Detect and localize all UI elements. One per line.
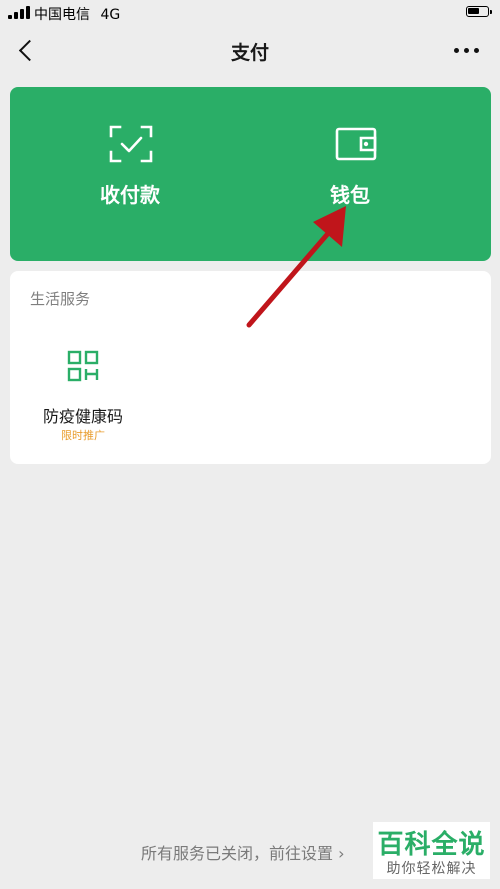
- receive-pay-button[interactable]: 收付款: [10, 87, 250, 261]
- health-code-button[interactable]: 防疫健康码 限时推广: [18, 341, 148, 451]
- wallet-button[interactable]: 钱包: [236, 87, 476, 261]
- pay-card: 收付款 钱包: [10, 87, 491, 261]
- promo-badge: 限时推广: [61, 429, 105, 442]
- signal-icon: [8, 6, 30, 19]
- health-code-label: 防疫健康码: [42, 407, 123, 426]
- status-bar: 中国电信 4G: [0, 0, 500, 26]
- wallet-label: 钱包: [330, 183, 370, 207]
- receive-pay-label: 收付款: [100, 183, 160, 207]
- watermark-subtitle: 助你轻松解决: [386, 861, 477, 877]
- life-services-card: 生活服务 防疫健康码 限时推广: [10, 271, 491, 464]
- section-title: 生活服务: [30, 290, 91, 308]
- more-icon[interactable]: [454, 44, 480, 56]
- carrier-info: 中国电信 4G: [34, 4, 120, 24]
- watermark-title: 百科全说: [377, 830, 486, 860]
- network-type: 4G: [100, 7, 121, 23]
- nav-bar: 支付: [0, 26, 500, 76]
- page-title: 支付: [230, 42, 269, 64]
- qr-code-icon: [67, 350, 99, 382]
- battery-icon: [466, 6, 492, 17]
- watermark-logo: 百科全说 助你轻松解决: [373, 822, 490, 879]
- carrier-name: 中国电信: [34, 7, 90, 23]
- settings-link[interactable]: 所有服务已关闭，前往设置 ›: [141, 840, 345, 864]
- wallet-icon: [335, 127, 377, 161]
- scan-check-icon: [109, 125, 153, 163]
